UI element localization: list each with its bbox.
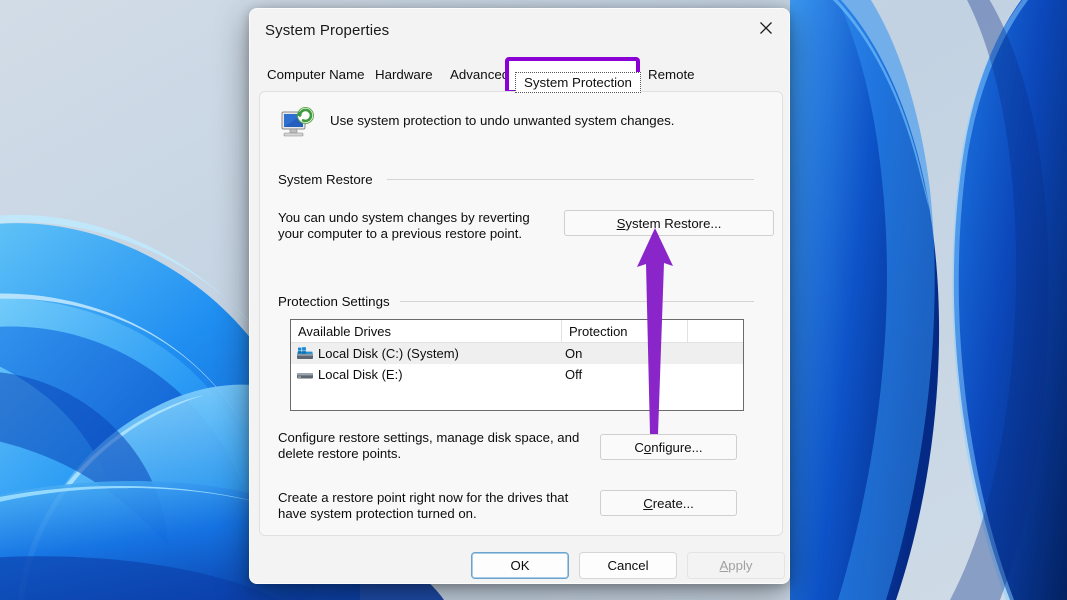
drive-name: Local Disk (E:) — [318, 367, 403, 382]
drives-table-header: Available Drives Protection — [291, 320, 743, 343]
drive-protection-status: Off — [565, 367, 583, 382]
table-row[interactable]: Local Disk (E:) Off — [291, 364, 743, 385]
dialog-footer: OK Cancel Apply — [250, 544, 789, 583]
configure-description: Configure restore settings, manage disk … — [278, 430, 580, 461]
system-restore-group-rule — [387, 179, 754, 180]
column-divider-2[interactable] — [687, 320, 688, 343]
column-header-protection: Protection — [569, 324, 628, 339]
system-restore-button[interactable]: System Restore... — [564, 210, 774, 236]
system-protection-icon — [281, 107, 314, 137]
protection-settings-group-rule — [400, 301, 754, 302]
ok-button[interactable]: OK — [471, 552, 569, 579]
column-divider-1[interactable] — [561, 320, 562, 343]
tab-system-protection[interactable]: System Protection — [515, 72, 641, 93]
create-description: Create a restore point right now for the… — [278, 490, 569, 521]
cancel-button[interactable]: Cancel — [579, 552, 677, 579]
dialog-titlebar: System Properties — [250, 9, 789, 53]
close-icon[interactable] — [743, 9, 789, 47]
tab-hardware[interactable]: Hardware — [370, 64, 438, 85]
column-header-available-drives: Available Drives — [298, 324, 391, 339]
configure-button[interactable]: Configure... — [600, 434, 737, 460]
close-icon-glyph — [760, 22, 772, 34]
system-restore-description: You can undo system changes by reverting… — [278, 210, 530, 241]
system-restore-group-label: System Restore — [278, 172, 380, 187]
apply-button[interactable]: Apply — [687, 552, 785, 579]
system-protection-panel: Use system protection to undo unwanted s… — [259, 91, 783, 536]
system-properties-dialog: System Properties Computer Name Hardware… — [249, 8, 790, 584]
drive-name: Local Disk (C:) (System) — [318, 346, 459, 361]
tab-remote[interactable]: Remote — [643, 64, 700, 85]
tab-computer-name[interactable]: Computer Name — [262, 64, 370, 85]
tab-advanced[interactable]: Advanced — [445, 64, 514, 85]
system-protection-description: Use system protection to undo unwanted s… — [330, 113, 675, 128]
drive-icon — [297, 373, 313, 379]
system-drive-icon — [297, 347, 313, 359]
create-button[interactable]: Create... — [600, 490, 737, 516]
dialog-title: System Properties — [265, 22, 390, 39]
protection-settings-group-label: Protection Settings — [278, 294, 397, 309]
drive-protection-status: On — [565, 346, 583, 361]
table-row[interactable]: Local Disk (C:) (System) On — [291, 343, 743, 364]
available-drives-table[interactable]: Available Drives Protection Local Disk (… — [290, 319, 744, 411]
